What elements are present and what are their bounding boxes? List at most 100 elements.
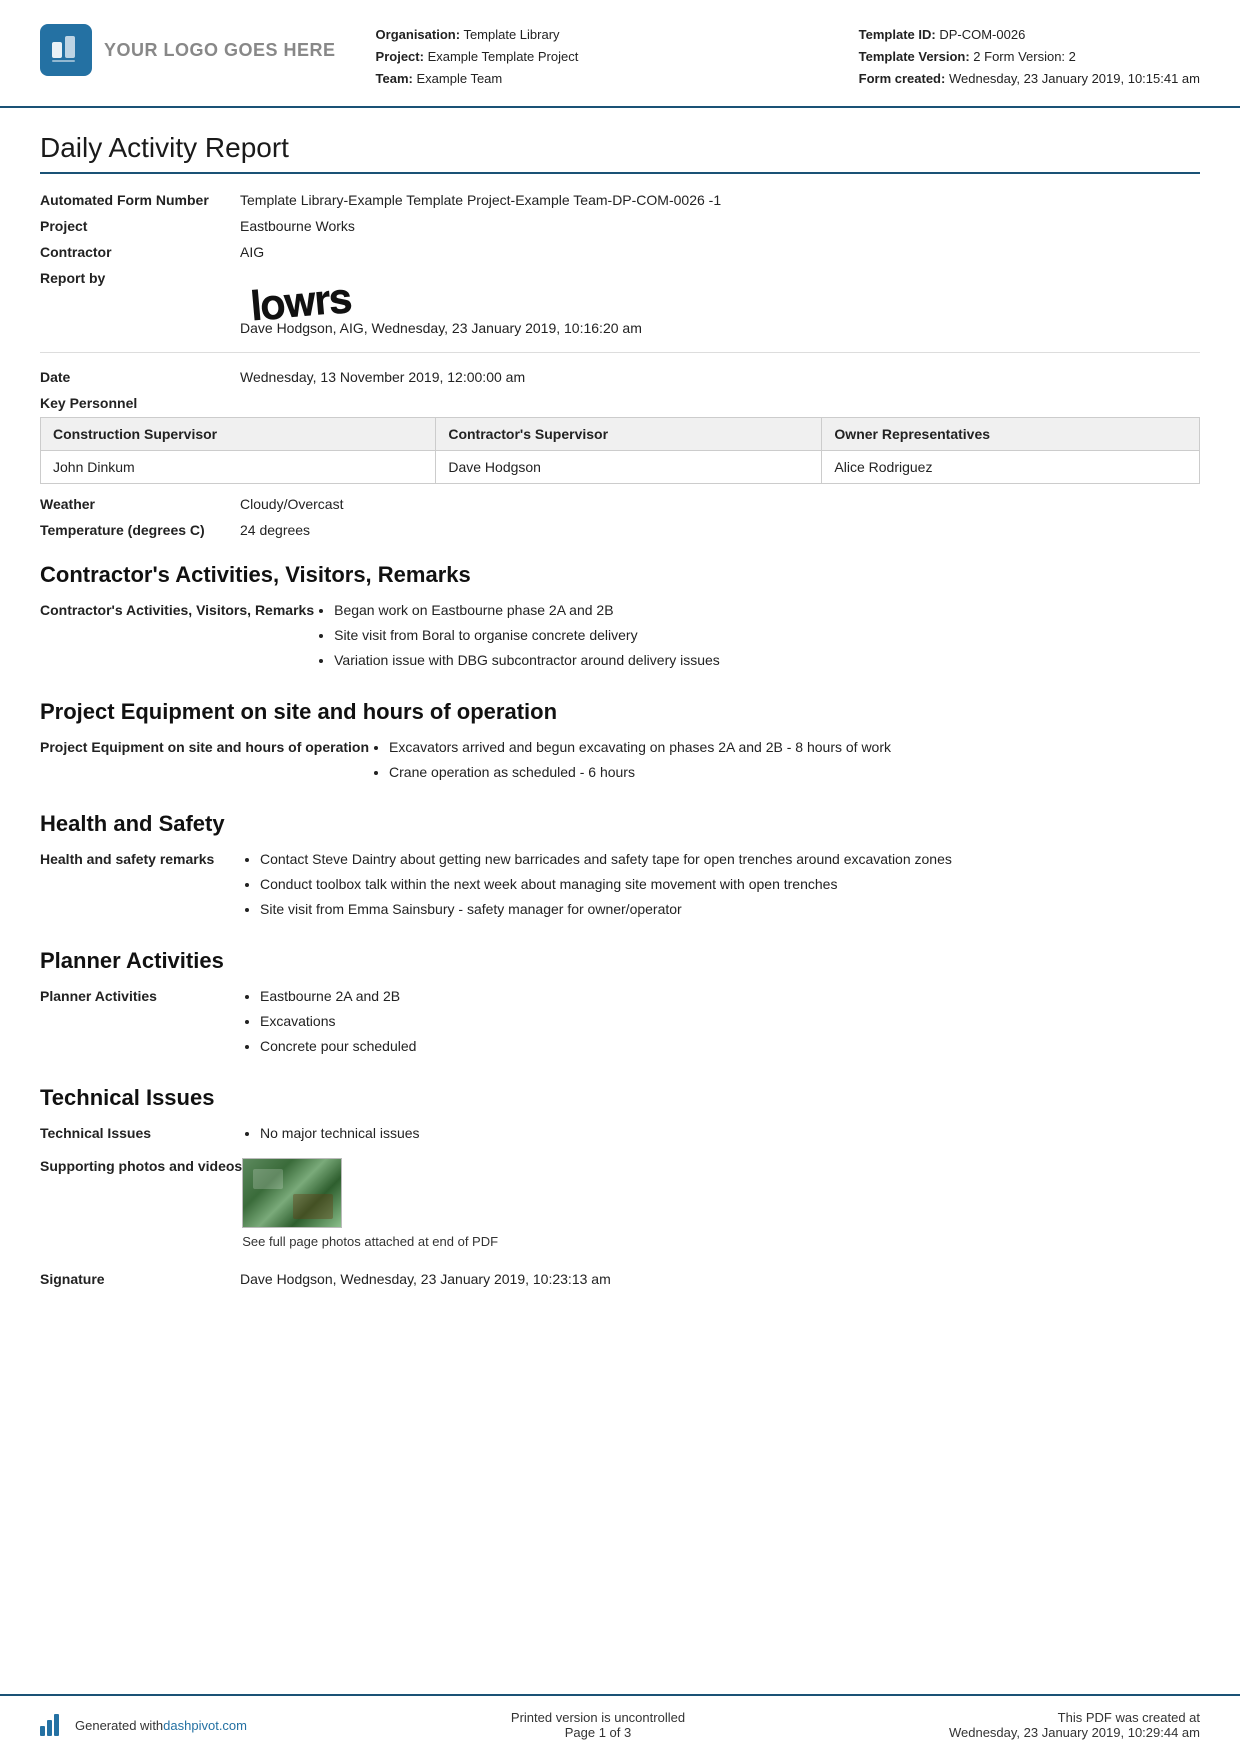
footer-logo-bars <box>40 1714 61 1736</box>
footer: Generated with dashpivot.com Printed ver… <box>0 1694 1240 1754</box>
project-label: Project: <box>376 49 424 64</box>
team-value: Example Team <box>416 71 502 86</box>
automated-form-label: Automated Form Number <box>40 192 240 208</box>
equipment-label: Project Equipment on site and hours of o… <box>40 737 369 755</box>
divider-1 <box>40 352 1200 353</box>
contractors-activities-list: Began work on Eastbourne phase 2A and 2B… <box>314 600 1200 675</box>
list-item: Excavators arrived and begun excavating … <box>389 737 1200 758</box>
contractor-label: Contractor <box>40 244 240 260</box>
project-value: Eastbourne Works <box>240 218 1200 234</box>
key-personnel-section: Key Personnel Construction Supervisor Co… <box>40 395 1200 484</box>
equipment-row: Project Equipment on site and hours of o… <box>40 737 1200 787</box>
planner-label: Planner Activities <box>40 986 240 1004</box>
logo-area: YOUR LOGO GOES HERE <box>40 24 336 76</box>
content: Daily Activity Report Automated Form Num… <box>0 108 1240 1754</box>
org-label: Organisation: <box>376 27 461 42</box>
list-item: Eastbourne 2A and 2B <box>260 986 1200 1007</box>
col-contractors-supervisor: Contractor's Supervisor <box>436 418 822 451</box>
signature-drawing: 𝐥𝐨𝐰𝐫𝐬 <box>239 253 643 330</box>
report-title: Daily Activity Report <box>40 132 1200 174</box>
col-owner-representatives: Owner Representatives <box>822 418 1200 451</box>
signature-row: Signature Dave Hodgson, Wednesday, 23 Ja… <box>40 1271 1200 1287</box>
pdf-created-text: This PDF was created at <box>949 1710 1200 1725</box>
header: YOUR LOGO GOES HERE Organisation: Templa… <box>0 0 1240 108</box>
temperature-value: 24 degrees <box>240 522 1200 538</box>
signature-value: Dave Hodgson, Wednesday, 23 January 2019… <box>240 1271 1200 1287</box>
page-text: Page 1 of 3 <box>511 1725 685 1740</box>
health-safety-label: Health and safety remarks <box>40 849 240 867</box>
dashpivot-link[interactable]: dashpivot.com <box>163 1718 247 1733</box>
pdf-created-date: Wednesday, 23 January 2019, 10:29:44 am <box>949 1725 1200 1740</box>
project-value: Example Template Project <box>428 49 579 64</box>
contractors-activities-label: Contractor's Activities, Visitors, Remar… <box>40 600 314 618</box>
photo-caption: See full page photos attached at end of … <box>242 1234 1200 1249</box>
construction-supervisor-value: John Dinkum <box>41 451 436 484</box>
report-by-content: 𝐥𝐨𝐰𝐫𝐬 Dave Hodgson, AIG, Wednesday, 23 J… <box>240 270 642 336</box>
date-row: Date Wednesday, 13 November 2019, 12:00:… <box>40 369 1200 385</box>
date-value: Wednesday, 13 November 2019, 12:00:00 am <box>240 369 1200 385</box>
logo-icon <box>40 24 92 76</box>
project-row: Project Eastbourne Works <box>40 218 1200 234</box>
technical-issues-row: Technical Issues No major technical issu… <box>40 1123 1200 1148</box>
technical-issues-header: Technical Issues <box>40 1085 1200 1111</box>
contractor-value: AIG <box>240 244 1200 260</box>
personnel-header-row: Construction Supervisor Contractor's Sup… <box>41 418 1200 451</box>
list-item: Variation issue with DBG subcontractor a… <box>334 650 1200 671</box>
technical-issues-list: No major technical issues <box>240 1123 1200 1148</box>
form-created-label: Form created: <box>859 71 946 86</box>
header-meta: Organisation: Template Library Project: … <box>376 24 859 90</box>
contractors-supervisor-value: Dave Hodgson <box>436 451 822 484</box>
generated-text: Generated with <box>75 1718 163 1733</box>
health-safety-header: Health and Safety <box>40 811 1200 837</box>
contractors-activities-header: Contractor's Activities, Visitors, Remar… <box>40 562 1200 588</box>
weather-label: Weather <box>40 496 240 512</box>
bar-1 <box>40 1726 45 1736</box>
footer-center: Printed version is uncontrolled Page 1 o… <box>511 1710 685 1740</box>
list-item: Contact Steve Daintry about getting new … <box>260 849 1200 870</box>
footer-logo <box>40 1714 67 1736</box>
temperature-row: Temperature (degrees C) 24 degrees <box>40 522 1200 538</box>
equipment-header: Project Equipment on site and hours of o… <box>40 699 1200 725</box>
personnel-data-row: John Dinkum Dave Hodgson Alice Rodriguez <box>41 451 1200 484</box>
technical-issues-label: Technical Issues <box>40 1123 240 1141</box>
template-id-value: DP-COM-0026 <box>939 27 1025 42</box>
list-item: Concrete pour scheduled <box>260 1036 1200 1057</box>
temperature-label: Temperature (degrees C) <box>40 522 240 538</box>
team-label: Team: <box>376 71 413 86</box>
date-label: Date <box>40 369 240 385</box>
logo-text: YOUR LOGO GOES HERE <box>104 40 336 61</box>
template-id-label: Template ID: <box>859 27 936 42</box>
org-value: Template Library <box>463 27 559 42</box>
template-version-value: 2 Form Version: 2 <box>973 49 1076 64</box>
photos-row: Supporting photos and videos See full pa… <box>40 1158 1200 1261</box>
photos-label: Supporting photos and videos <box>40 1158 242 1174</box>
list-item: Site visit from Emma Sainsbury - safety … <box>260 899 1200 920</box>
weather-row: Weather Cloudy/Overcast <box>40 496 1200 512</box>
health-safety-row: Health and safety remarks Contact Steve … <box>40 849 1200 924</box>
weather-value: Cloudy/Overcast <box>240 496 1200 512</box>
header-right: Template ID: DP-COM-0026 Template Versio… <box>859 24 1200 90</box>
key-personnel-title: Key Personnel <box>40 395 1200 411</box>
project-label: Project <box>40 218 240 234</box>
bar-2 <box>47 1720 52 1736</box>
list-item: Conduct toolbox talk within the next wee… <box>260 874 1200 895</box>
bar-3 <box>54 1714 59 1736</box>
owner-representatives-value: Alice Rodriguez <box>822 451 1200 484</box>
planner-row: Planner Activities Eastbourne 2A and 2B … <box>40 986 1200 1061</box>
logo-svg <box>48 32 84 68</box>
uncontrolled-text: Printed version is uncontrolled <box>511 1710 685 1725</box>
planner-list: Eastbourne 2A and 2B Excavations Concret… <box>240 986 1200 1061</box>
automated-form-row: Automated Form Number Template Library-E… <box>40 192 1200 208</box>
list-item: No major technical issues <box>260 1123 1200 1144</box>
template-version-label: Template Version: <box>859 49 970 64</box>
col-construction-supervisor: Construction Supervisor <box>41 418 436 451</box>
list-item: Excavations <box>260 1011 1200 1032</box>
footer-left: Generated with dashpivot.com <box>40 1714 247 1736</box>
page: YOUR LOGO GOES HERE Organisation: Templa… <box>0 0 1240 1754</box>
automated-form-value: Template Library-Example Template Projec… <box>240 192 1200 208</box>
planner-header: Planner Activities <box>40 948 1200 974</box>
photo-thumbnail <box>242 1158 342 1228</box>
equipment-list: Excavators arrived and begun excavating … <box>369 737 1200 787</box>
form-created-value: Wednesday, 23 January 2019, 10:15:41 am <box>949 71 1200 86</box>
list-item: Site visit from Boral to organise concre… <box>334 625 1200 646</box>
